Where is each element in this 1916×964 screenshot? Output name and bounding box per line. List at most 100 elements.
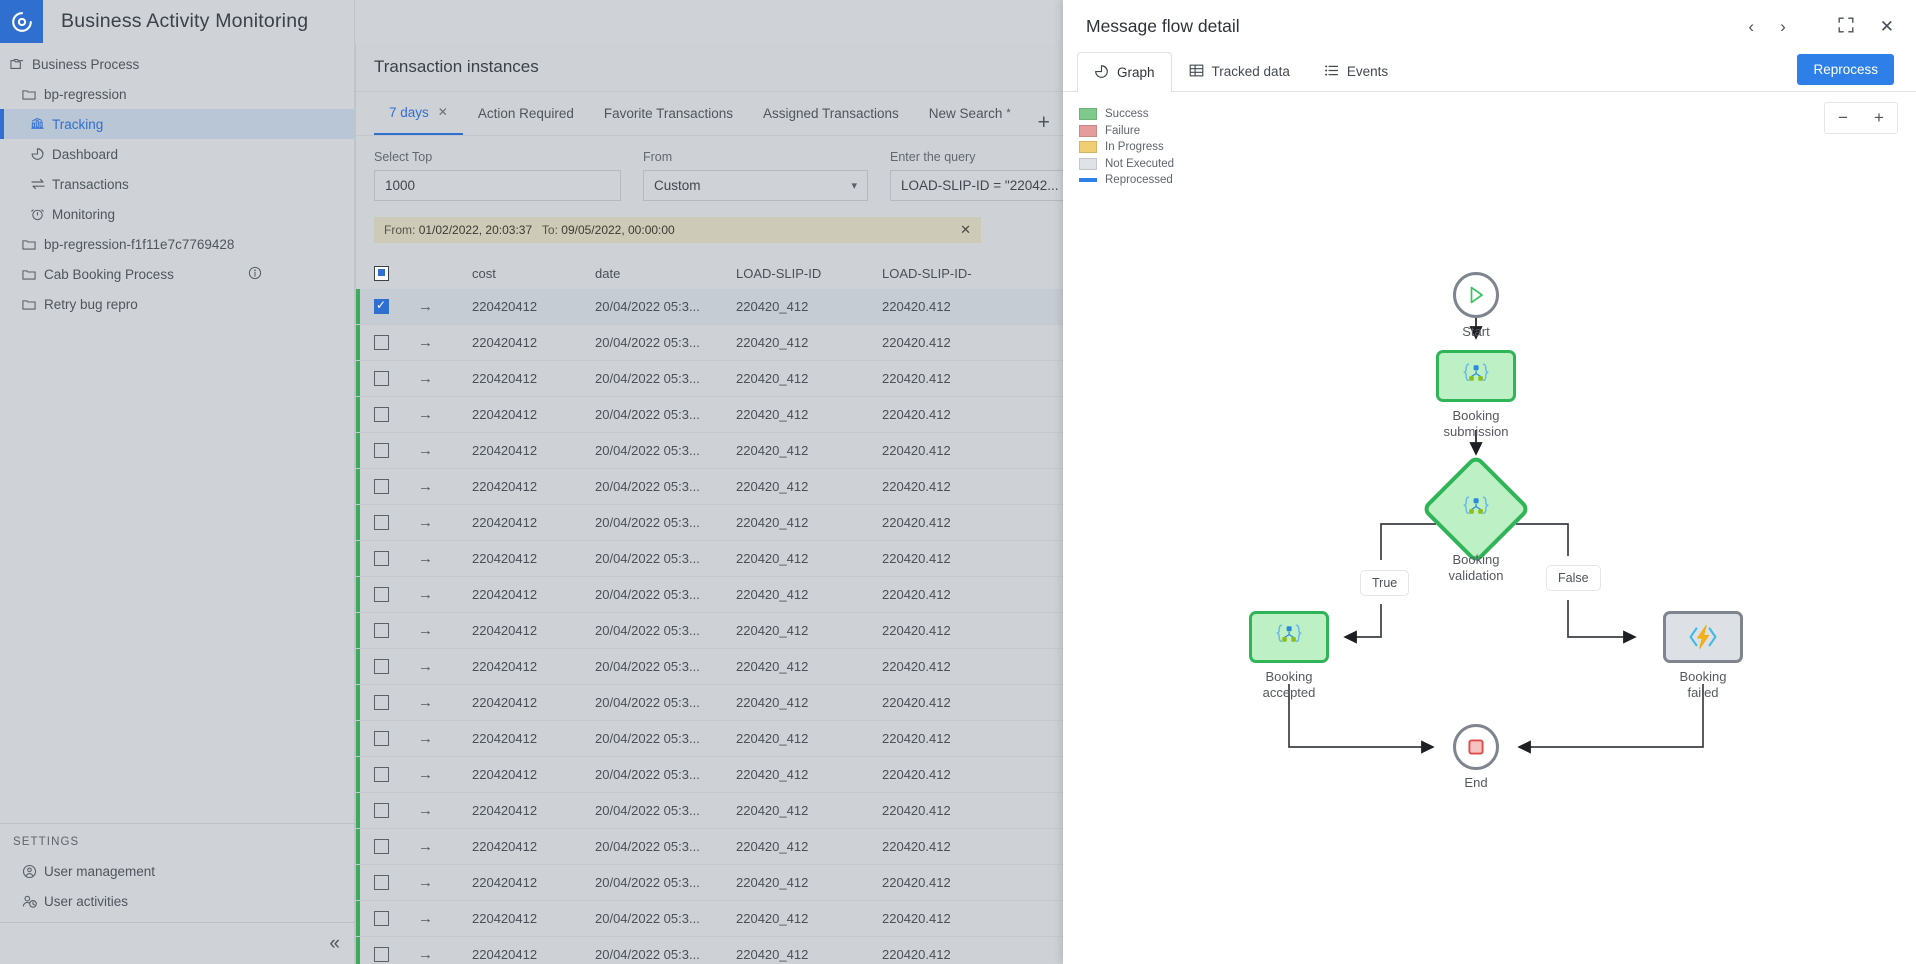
node-booking-submission[interactable]	[1436, 350, 1516, 402]
row-open-arrow-icon[interactable]: →	[418, 658, 472, 675]
sidebar-item-retry-bug-repro[interactable]: Retry bug repro	[0, 289, 354, 319]
row-checkbox[interactable]	[374, 515, 389, 530]
sidebar-item-monitoring[interactable]: Monitoring	[0, 199, 354, 229]
row-checkbox-cell[interactable]	[374, 443, 418, 458]
tab-favorite-transactions[interactable]: Favorite Transactions	[589, 91, 748, 135]
row-checkbox[interactable]	[374, 551, 389, 566]
row-open-arrow-icon[interactable]: →	[418, 838, 472, 855]
row-checkbox-cell[interactable]	[374, 407, 418, 422]
sidebar-item-dashboard[interactable]: Dashboard	[0, 139, 354, 169]
row-checkbox-cell[interactable]	[374, 731, 418, 746]
row-checkbox-cell[interactable]	[374, 335, 418, 350]
table-header-load-slip-id[interactable]: LOAD-SLIP-ID	[736, 266, 882, 281]
sidebar-item-cab-booking-process[interactable]: Cab Booking Process	[0, 259, 354, 289]
row-checkbox-cell[interactable]	[374, 911, 418, 926]
row-checkbox-cell[interactable]	[374, 479, 418, 494]
row-checkbox[interactable]	[374, 443, 389, 458]
tab-tracked-data[interactable]: Tracked data	[1172, 51, 1307, 91]
row-checkbox-cell[interactable]	[374, 767, 418, 782]
row-checkbox[interactable]	[374, 587, 389, 602]
tab-new-search[interactable]: New Search *	[914, 91, 1026, 135]
row-checkbox-cell[interactable]	[374, 659, 418, 674]
node-booking-failed[interactable]	[1663, 611, 1743, 663]
chevron-left-icon[interactable]: ‹	[1748, 18, 1754, 35]
row-checkbox[interactable]	[374, 695, 389, 710]
sidebar-item-bp-regression-hash[interactable]: bp-regression-f1f11e7c7769428	[0, 229, 354, 259]
row-checkbox[interactable]	[374, 911, 389, 926]
select-top-input[interactable]: 1000	[374, 170, 621, 201]
row-checkbox-cell[interactable]	[374, 299, 418, 314]
close-icon[interactable]: ✕	[438, 105, 448, 119]
close-icon[interactable]: ✕	[1880, 18, 1894, 35]
row-checkbox-cell[interactable]	[374, 587, 418, 602]
row-checkbox[interactable]	[374, 407, 389, 422]
row-checkbox-cell[interactable]	[374, 695, 418, 710]
tab-7-days[interactable]: 7 days ✕	[374, 91, 463, 135]
table-header-date[interactable]: date	[595, 266, 736, 281]
row-checkbox[interactable]	[374, 875, 389, 890]
row-checkbox[interactable]	[374, 947, 389, 962]
tab-action-required[interactable]: Action Required	[463, 91, 589, 135]
tab-events[interactable]: Events	[1307, 51, 1405, 91]
row-open-arrow-icon[interactable]: →	[418, 406, 472, 423]
table-header-cost[interactable]: cost	[472, 266, 595, 281]
info-icon[interactable]	[248, 266, 262, 283]
row-checkbox-cell[interactable]	[374, 839, 418, 854]
row-checkbox[interactable]	[374, 767, 389, 782]
row-open-arrow-icon[interactable]: →	[418, 802, 472, 819]
row-open-arrow-icon[interactable]: →	[418, 694, 472, 711]
row-checkbox[interactable]	[374, 731, 389, 746]
row-checkbox[interactable]	[374, 479, 389, 494]
row-open-arrow-icon[interactable]: →	[418, 766, 472, 783]
row-open-arrow-icon[interactable]: →	[418, 370, 472, 387]
add-tab-button[interactable]: +	[1026, 111, 1062, 135]
row-checkbox-cell[interactable]	[374, 947, 418, 962]
row-open-arrow-icon[interactable]: →	[418, 298, 472, 315]
row-checkbox-cell[interactable]	[374, 803, 418, 818]
row-checkbox[interactable]	[374, 299, 389, 314]
row-checkbox-cell[interactable]	[374, 515, 418, 530]
row-checkbox-cell[interactable]	[374, 623, 418, 638]
node-end[interactable]	[1453, 724, 1499, 770]
row-open-arrow-icon[interactable]: →	[418, 514, 472, 531]
row-checkbox[interactable]	[374, 335, 389, 350]
row-checkbox[interactable]	[374, 803, 389, 818]
table-header-load-slip-id-2[interactable]: LOAD-SLIP-ID-	[882, 266, 1032, 281]
sidebar-item-transactions[interactable]: Transactions	[0, 169, 354, 199]
row-open-arrow-icon[interactable]: →	[418, 910, 472, 927]
select-all-checkbox-cell[interactable]	[374, 266, 418, 281]
row-checkbox[interactable]	[374, 371, 389, 386]
row-open-arrow-icon[interactable]: →	[418, 442, 472, 459]
row-open-arrow-icon[interactable]: →	[418, 730, 472, 747]
chevron-right-icon[interactable]: ›	[1780, 18, 1786, 35]
node-start[interactable]	[1453, 272, 1499, 318]
node-booking-accepted[interactable]	[1249, 611, 1329, 663]
select-all-checkbox[interactable]	[374, 266, 389, 281]
node-booking-validation[interactable]	[1437, 470, 1515, 548]
row-open-arrow-icon[interactable]: →	[418, 478, 472, 495]
graph-canvas-area[interactable]: SuccessFailureIn ProgressNot ExecutedRep…	[1063, 92, 1916, 964]
row-checkbox[interactable]	[374, 839, 389, 854]
row-open-arrow-icon[interactable]: →	[418, 622, 472, 639]
row-checkbox-cell[interactable]	[374, 371, 418, 386]
sidebar-item-user-activities[interactable]: User activities	[0, 886, 354, 916]
close-icon[interactable]: ✕	[960, 222, 971, 238]
row-checkbox[interactable]	[374, 659, 389, 674]
row-checkbox-cell[interactable]	[374, 875, 418, 890]
row-open-arrow-icon[interactable]: →	[418, 550, 472, 567]
tab-graph[interactable]: Graph	[1077, 52, 1172, 92]
row-open-arrow-icon[interactable]: →	[418, 946, 472, 963]
tab-assigned-transactions[interactable]: Assigned Transactions	[748, 91, 914, 135]
row-open-arrow-icon[interactable]: →	[418, 334, 472, 351]
fullscreen-icon[interactable]	[1838, 17, 1854, 36]
sidebar-item-business-process[interactable]: Business Process	[0, 49, 354, 79]
sidebar-item-tracking[interactable]: Tracking	[0, 109, 354, 139]
row-checkbox[interactable]	[374, 623, 389, 638]
row-open-arrow-icon[interactable]: →	[418, 586, 472, 603]
reprocess-button[interactable]: Reprocess	[1797, 54, 1894, 85]
row-open-arrow-icon[interactable]: →	[418, 874, 472, 891]
sidebar-item-user-management[interactable]: User management	[0, 856, 354, 886]
sidebar-item-bp-regression[interactable]: bp-regression	[0, 79, 354, 109]
from-select[interactable]: Custom ▾	[643, 170, 868, 201]
double-chevron-left-icon[interactable]: «	[329, 934, 340, 953]
